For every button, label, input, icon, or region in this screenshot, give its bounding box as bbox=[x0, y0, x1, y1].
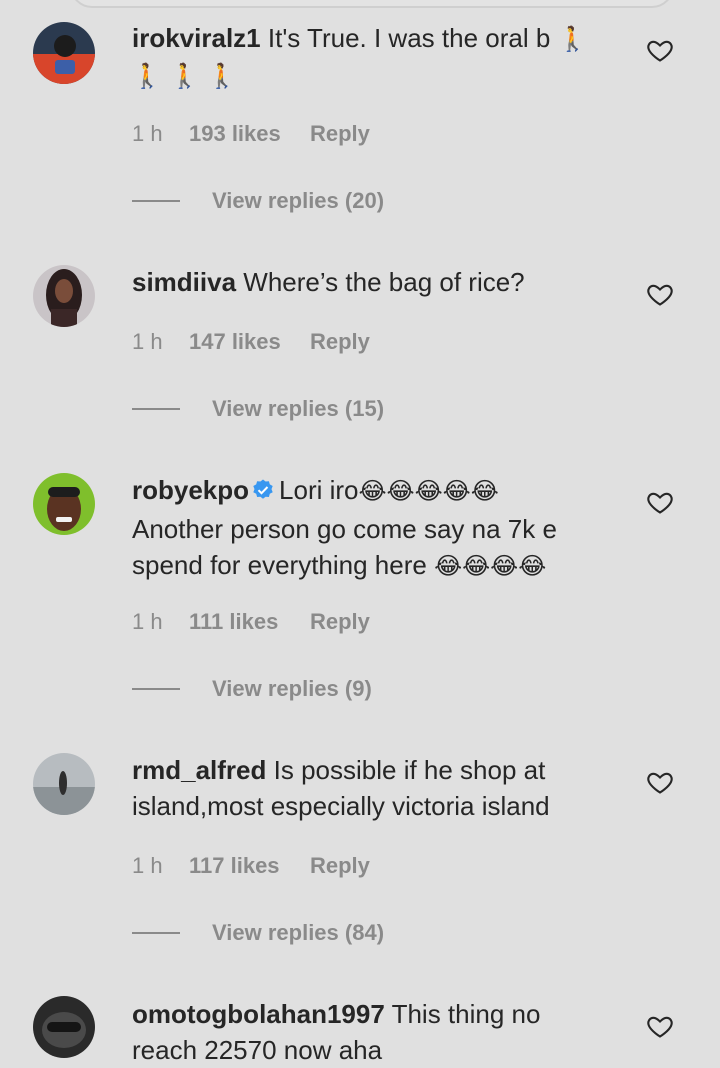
view-replies-label: View replies (15) bbox=[212, 396, 385, 421]
view-replies-label: View replies (84) bbox=[212, 920, 385, 945]
heart-icon[interactable] bbox=[646, 36, 674, 64]
comment-body: This thing no bbox=[391, 999, 541, 1029]
likes-count[interactable]: 111 likes bbox=[189, 609, 310, 635]
view-replies-label: View replies (20) bbox=[212, 188, 385, 213]
reply-button[interactable]: Reply bbox=[310, 609, 370, 635]
emoji: 😂😂😂😂😂 bbox=[358, 477, 499, 505]
comment-text: simdiiva Where’s the bag of rice? bbox=[132, 264, 632, 300]
comment-body-line: spend for everything here bbox=[132, 550, 427, 580]
avatar[interactable] bbox=[33, 265, 95, 327]
divider-line bbox=[132, 688, 180, 690]
avatar[interactable] bbox=[33, 996, 95, 1058]
divider-line bbox=[132, 200, 180, 202]
heart-icon[interactable] bbox=[646, 488, 674, 516]
comment-body: Is possible if he shop at bbox=[273, 755, 546, 785]
view-replies-label: View replies (9) bbox=[212, 676, 372, 701]
comment-body: Where’s the bag of rice? bbox=[243, 267, 525, 297]
comment-body-line: reach 22570 now aha bbox=[132, 1035, 383, 1065]
comment-username[interactable]: robyekpo bbox=[132, 475, 249, 505]
comment-time: 1 h bbox=[132, 609, 163, 634]
heart-icon[interactable] bbox=[646, 1012, 674, 1040]
comment-username[interactable]: simdiiva bbox=[132, 267, 236, 297]
comment-time: 1 h bbox=[132, 121, 163, 146]
reply-button[interactable]: Reply bbox=[310, 853, 370, 879]
comment-time: 1 h bbox=[132, 853, 163, 878]
likes-count[interactable]: 117 likes bbox=[189, 853, 310, 879]
heart-icon[interactable] bbox=[646, 768, 674, 796]
comment-username[interactable]: omotogbolahan1997 bbox=[132, 999, 385, 1029]
avatar[interactable] bbox=[33, 753, 95, 815]
view-replies-button[interactable]: View replies (9) bbox=[132, 676, 372, 702]
comment-body-line: Another person go come say na 7k e bbox=[132, 514, 557, 544]
comment-meta: 1 h 193 likes Reply bbox=[132, 121, 370, 147]
divider-line bbox=[132, 932, 180, 934]
reply-button[interactable]: Reply bbox=[310, 329, 370, 355]
likes-count[interactable]: 193 likes bbox=[189, 121, 310, 147]
avatar[interactable] bbox=[33, 473, 95, 535]
view-replies-button[interactable]: View replies (20) bbox=[132, 188, 384, 214]
comment-meta: 1 h 117 likes Reply bbox=[132, 853, 370, 879]
view-replies-button[interactable]: View replies (84) bbox=[132, 920, 384, 946]
comment-text: irokviralz1 It's True. I was the oral b … bbox=[132, 20, 632, 94]
emoji: 🚶 bbox=[557, 25, 588, 53]
likes-count[interactable]: 147 likes bbox=[189, 329, 310, 355]
verified-badge-icon bbox=[251, 475, 275, 511]
comment-username[interactable]: irokviralz1 bbox=[132, 23, 261, 53]
comment-meta: 1 h 111 likes Reply bbox=[132, 609, 370, 635]
emoji: 🚶 🚶 🚶 bbox=[132, 62, 237, 90]
comment-text: omotogbolahan1997 This thing no reach 22… bbox=[132, 996, 632, 1068]
top-input-bar[interactable] bbox=[70, 0, 674, 8]
comment-body: Lori iro bbox=[279, 475, 359, 505]
heart-icon[interactable] bbox=[646, 280, 674, 308]
avatar[interactable] bbox=[33, 22, 95, 84]
divider-line bbox=[132, 408, 180, 410]
comment-text: robyekpo Lori iro😂😂😂😂😂 Another person go … bbox=[132, 472, 632, 584]
comment-username[interactable]: rmd_alfred bbox=[132, 755, 266, 785]
comment-text: rmd_alfred Is possible if he shop at isl… bbox=[132, 752, 632, 824]
comment-time: 1 h bbox=[132, 329, 163, 354]
comment-body-line: island,most especially victoria island bbox=[132, 791, 550, 821]
reply-button[interactable]: Reply bbox=[310, 121, 370, 147]
view-replies-button[interactable]: View replies (15) bbox=[132, 396, 384, 422]
emoji: 😂😂😂😂 bbox=[434, 552, 547, 580]
comment-body: It's True. I was the oral b bbox=[267, 23, 551, 53]
comment-meta: 1 h 147 likes Reply bbox=[132, 329, 370, 355]
